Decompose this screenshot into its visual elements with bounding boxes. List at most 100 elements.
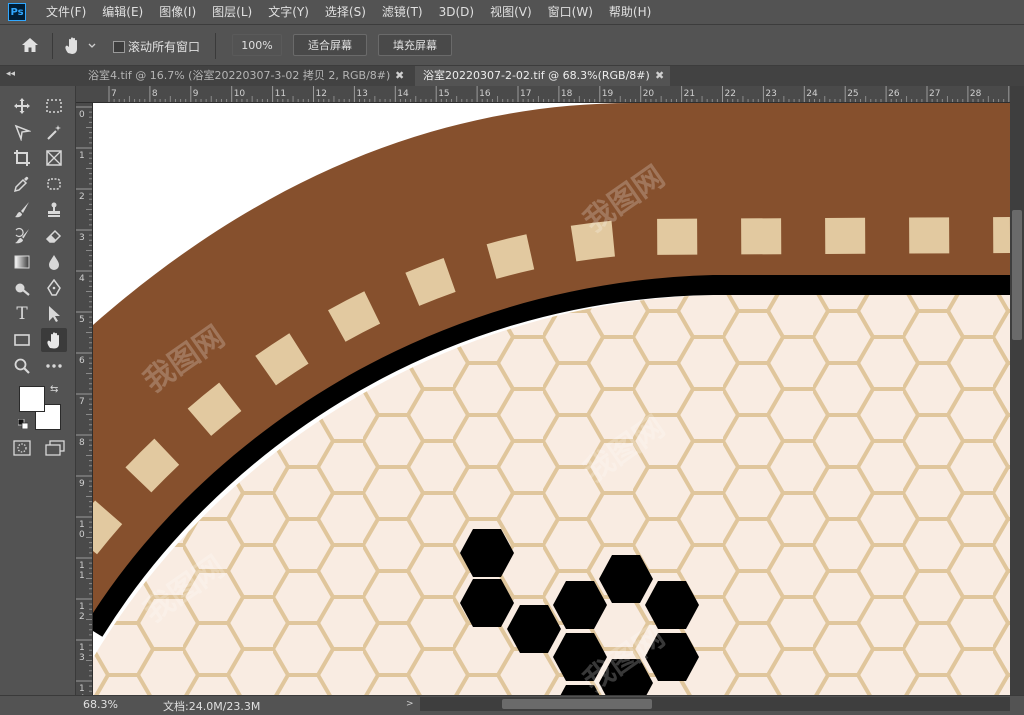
history-brush-icon: [15, 227, 29, 244]
screen-mode-icon[interactable]: [45, 440, 65, 456]
tab-label: 浴室20220307-2-02.tif @ 68.3%(RGB/8#): [423, 69, 650, 82]
status-info-arrow-icon[interactable]: >: [406, 699, 414, 709]
path-selection-tool[interactable]: [41, 302, 67, 326]
ruler-h-label: 22: [725, 89, 736, 99]
pen-tool[interactable]: [41, 276, 67, 300]
zoom-icon: [14, 358, 30, 374]
eraser-tool[interactable]: [41, 224, 67, 248]
menu-bar: Ps 文件(F) 编辑(E) 图像(I) 图层(L) 文字(Y) 选择(S) 滤…: [0, 0, 1024, 24]
stamp-icon: [48, 202, 60, 217]
frame-icon: [46, 150, 62, 166]
document-canvas[interactable]: 我图网 我图网 我图网 我图网 我图网 我图网: [93, 103, 1010, 695]
hand-tool[interactable]: [41, 328, 67, 352]
menu-select[interactable]: 选择(S): [317, 0, 374, 24]
tab-bathroom-2-02[interactable]: 浴室20220307-2-02.tif @ 68.3%(RGB/8#): [415, 66, 670, 86]
patch-tool[interactable]: [41, 172, 67, 196]
magic-wand-tool[interactable]: [41, 120, 67, 144]
ruler-h-label: 20: [643, 89, 655, 99]
tab-bathroom4-close-icon[interactable]: ✖: [395, 66, 404, 86]
foreground-color-swatch[interactable]: [19, 386, 45, 412]
tab-bathroom4[interactable]: 浴室4.tif @ 16.7% (浴室20220307-3-02 拷贝 2, R…: [80, 66, 390, 86]
crop-tool[interactable]: [9, 146, 35, 170]
menu-edit[interactable]: 编辑(E): [94, 0, 151, 24]
tab-label: 浴室4.tif @ 16.7% (浴室20220307-3-02 拷贝 2, R…: [88, 69, 390, 82]
patch-icon: [47, 178, 61, 190]
history-brush-tool[interactable]: [9, 224, 35, 248]
menu-layer[interactable]: 图层(L): [204, 0, 260, 24]
lasso-icon: [14, 124, 31, 141]
ruler-h-label: 15: [438, 89, 449, 99]
marquee-tool[interactable]: [41, 94, 67, 118]
zoom-100-button[interactable]: 100%: [232, 34, 282, 56]
ruler-h-label: 21: [684, 89, 695, 99]
hand-icon: [47, 332, 59, 349]
tab-bathroom-2-02-close-icon[interactable]: ✖: [655, 66, 664, 86]
ruler-h-label: 16: [479, 89, 491, 99]
menu-file[interactable]: 文件(F): [38, 0, 94, 24]
stamp-tool[interactable]: [41, 198, 67, 222]
ruler-v-label: 3: [79, 653, 85, 663]
horizontal-ruler: 7 8 9 10 11 12 13 14 15 16 17 18 19 20 21 22 23 24 25 26 27 2…: [76, 86, 1010, 103]
eyedropper-tool[interactable]: [9, 172, 35, 196]
type-tool[interactable]: T: [9, 302, 35, 326]
document-tab-bar: ◂◂ 浴室4.tif @ 16.7% (浴室20220307-3-02 拷贝 2…: [0, 66, 1024, 86]
ruler-h-label: 23: [765, 89, 776, 99]
type-icon: T: [16, 304, 28, 324]
brush-tool[interactable]: [9, 198, 35, 222]
hand-tool-preset-icon[interactable]: [62, 35, 98, 57]
ruler-v-label: 8: [79, 438, 85, 448]
ruler-h-label: 12: [316, 89, 327, 99]
vertical-ruler: 01234567891011121314: [76, 103, 93, 695]
ruler-h-label: 11: [275, 89, 286, 99]
vertical-scrollbar-thumb[interactable]: [1012, 210, 1022, 340]
fit-screen-button[interactable]: 适合屏幕: [293, 34, 367, 56]
menu-filter[interactable]: 滤镜(T): [374, 0, 431, 24]
ruler-v-label: 1: [79, 151, 85, 161]
rectangle-tool[interactable]: [9, 328, 35, 352]
scroll-all-label: 滚动所有窗口: [128, 40, 201, 54]
swap-colors-icon[interactable]: ⇆: [50, 384, 58, 395]
status-zoom-field[interactable]: 68.3%: [83, 698, 118, 711]
gradient-tool[interactable]: [9, 250, 35, 274]
menu-image[interactable]: 图像(I): [151, 0, 204, 24]
ruler-v-label: 3: [79, 233, 85, 243]
vertical-scrollbar[interactable]: [1010, 86, 1024, 695]
fill-screen-button[interactable]: 填充屏幕: [378, 34, 452, 56]
eraser-icon: [45, 229, 62, 243]
quick-mask-icon[interactable]: [13, 440, 31, 456]
more-icon: [46, 364, 62, 368]
menu-view[interactable]: 视图(V): [482, 0, 540, 24]
ruler-h-label: 14: [397, 89, 409, 99]
frame-tool[interactable]: [41, 146, 67, 170]
ruler-h-label: 17: [520, 89, 531, 99]
ruler-v-label: 2: [79, 612, 85, 622]
move-tool[interactable]: [9, 94, 35, 118]
dodge-tool[interactable]: [9, 276, 35, 300]
gradient-icon: [14, 255, 30, 269]
scroll-all-checkbox[interactable]: [113, 41, 125, 53]
home-icon[interactable]: [20, 35, 40, 55]
menu-type[interactable]: 文字(Y): [260, 0, 317, 24]
lasso-tool[interactable]: [9, 120, 35, 144]
ruler-v-label: 5: [79, 315, 85, 325]
ruler-h-label: 28: [970, 89, 982, 99]
menu-3d[interactable]: 3D(D): [431, 0, 482, 24]
move-icon: [14, 98, 30, 114]
menu-window[interactable]: 窗口(W): [540, 0, 601, 24]
blur-icon: [49, 255, 59, 270]
horizontal-scrollbar-thumb[interactable]: [502, 699, 652, 709]
photoshop-logo: Ps: [8, 3, 26, 21]
collapse-panels-button[interactable]: ◂◂: [6, 69, 15, 79]
eyedropper-icon: [13, 176, 29, 193]
menu-help[interactable]: 帮助(H): [601, 0, 659, 24]
ruler-h-label: 25: [847, 89, 858, 99]
zoom-tool[interactable]: [9, 354, 35, 378]
crop-icon: [14, 150, 30, 166]
more-tools[interactable]: [41, 354, 67, 378]
ruler-v-label: 0: [79, 110, 85, 120]
ruler-v-label: 1: [79, 571, 85, 581]
rectangle-icon: [14, 334, 30, 346]
default-colors-icon[interactable]: [17, 418, 29, 430]
pen-icon: [47, 279, 61, 296]
blur-tool[interactable]: [41, 250, 67, 274]
